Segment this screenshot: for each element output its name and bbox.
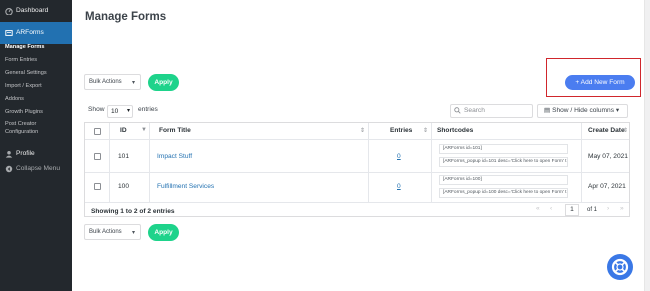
sidebar-item-label: Profile	[16, 150, 35, 157]
row-id: 100	[118, 183, 130, 190]
help-button[interactable]	[607, 254, 633, 280]
sort-icon: ⇕	[623, 128, 629, 134]
popup-shortcode-field[interactable]: [ARForms_popup id=100 desc='Click here t…	[439, 188, 568, 198]
sidebar-sub-import-export[interactable]: Import / Export	[0, 83, 72, 90]
page-length-select[interactable]: 10 ▾	[107, 105, 133, 118]
admin-sidebar: Dashboard ARForms Manage Forms Form Entr…	[0, 0, 72, 291]
form-title-link[interactable]: Impact Stuff	[157, 153, 192, 160]
sidebar-sub-growth-plugins[interactable]: Growth Plugins	[0, 109, 72, 116]
chevron-down-icon: ▾	[131, 230, 135, 236]
bulk-actions-label: Bulk Actions	[89, 229, 122, 235]
entries-count-link[interactable]: 0	[397, 153, 401, 160]
page-length-value: 10	[111, 108, 119, 115]
show-label: Show	[88, 106, 105, 113]
row-checkbox[interactable]	[94, 183, 101, 190]
column-header-entries[interactable]: Entries	[390, 127, 412, 134]
last-page-icon[interactable]: »	[620, 205, 624, 212]
divider	[85, 139, 629, 140]
show-hide-columns-label: Show / Hide columns	[552, 107, 615, 114]
lifebuoy-icon	[611, 258, 629, 276]
row-checkbox[interactable]	[94, 153, 101, 160]
page-title: Manage Forms	[85, 11, 167, 23]
shortcode-field[interactable]: [ARForms id=100]	[439, 175, 568, 185]
form-title-link[interactable]: Fulfillment Services	[157, 183, 214, 190]
arforms-icon	[5, 30, 13, 36]
search-placeholder: Search	[464, 107, 485, 114]
bulk-actions-label: Bulk Actions	[89, 79, 122, 85]
sidebar-item-dashboard[interactable]: Dashboard	[0, 0, 72, 22]
scrollbar[interactable]	[644, 0, 650, 291]
sidebar-item-arforms[interactable]: ARForms	[0, 22, 72, 44]
search-icon	[454, 107, 461, 114]
sort-icon: ⇕	[360, 128, 366, 134]
search-input[interactable]: Search	[450, 104, 533, 118]
plus-icon: +	[575, 79, 580, 86]
divider	[85, 202, 629, 203]
page-total: of 1	[587, 207, 598, 213]
divider	[581, 123, 582, 202]
forms-table: ID ▼ Form Title ⇕ Entries ⇕ Shortcodes C…	[84, 122, 630, 217]
prev-page-icon[interactable]: ‹	[550, 205, 552, 212]
divider	[109, 123, 110, 202]
entries-count-link[interactable]: 0	[397, 183, 401, 190]
collapse-icon	[5, 165, 13, 173]
apply-button-top[interactable]: Apply	[148, 74, 179, 91]
sidebar-sub-general-settings[interactable]: General Settings	[0, 70, 72, 77]
popup-shortcode-field[interactable]: [ARForms_popup id=101 desc='Click here t…	[439, 157, 568, 167]
shortcode-field[interactable]: [ARForms id=101]	[439, 144, 568, 154]
table-info: Showing 1 to 2 of 2 entries	[91, 208, 175, 215]
current-page[interactable]: 1	[565, 204, 579, 216]
sort-icon: ⇕	[423, 128, 429, 134]
apply-button-bottom[interactable]: Apply	[148, 224, 179, 241]
sidebar-sub-addons[interactable]: Addons	[0, 96, 72, 103]
bulk-actions-select-top[interactable]: Bulk Actions ▾	[84, 74, 141, 90]
sort-down-icon: ▼	[141, 127, 147, 133]
column-header-form-title[interactable]: Form Title	[159, 127, 191, 134]
divider	[85, 172, 629, 173]
column-header-create-date[interactable]: Create Date	[588, 127, 625, 134]
chevron-down-icon: ▾	[131, 80, 135, 86]
select-all-checkbox[interactable]	[94, 128, 101, 135]
divider	[431, 123, 432, 202]
columns-icon: ▤	[544, 107, 551, 114]
create-date: May 07, 2021	[588, 153, 628, 160]
show-hide-columns-button[interactable]: ▤ Show / Hide columns ▾	[537, 104, 628, 118]
create-date: Apr 07, 2021	[588, 183, 626, 190]
chevron-down-icon: ▾	[615, 107, 620, 114]
divider	[149, 123, 150, 202]
sidebar-item-label: ARForms	[16, 29, 44, 36]
sidebar-sub-form-entries[interactable]: Form Entries	[0, 57, 72, 64]
column-header-shortcodes: Shortcodes	[437, 127, 474, 134]
sidebar-collapse-menu[interactable]: Collapse Menu	[0, 158, 72, 180]
add-new-form-button[interactable]: + Add New Form	[565, 75, 635, 90]
sidebar-item-label: Dashboard	[16, 7, 49, 14]
add-new-form-label: Add New Form	[580, 79, 625, 86]
sidebar-item-label: Collapse Menu	[16, 165, 60, 172]
sidebar-sub-configuration[interactable]: Configuration	[0, 129, 72, 136]
first-page-icon[interactable]: «	[536, 205, 540, 212]
entries-label: entries	[138, 106, 158, 113]
user-icon	[5, 151, 13, 158]
sidebar-sub-post-creator[interactable]: Post Creator	[0, 121, 72, 128]
row-id: 101	[118, 153, 130, 160]
dashboard-icon	[5, 8, 13, 15]
column-header-id[interactable]: ID	[120, 127, 127, 134]
chevron-down-icon: ▾	[126, 108, 130, 114]
divider	[368, 123, 369, 202]
bulk-actions-select-bottom[interactable]: Bulk Actions ▾	[84, 224, 141, 240]
next-page-icon[interactable]: ›	[607, 205, 609, 212]
sidebar-sub-manage-forms[interactable]: Manage Forms	[0, 44, 72, 51]
